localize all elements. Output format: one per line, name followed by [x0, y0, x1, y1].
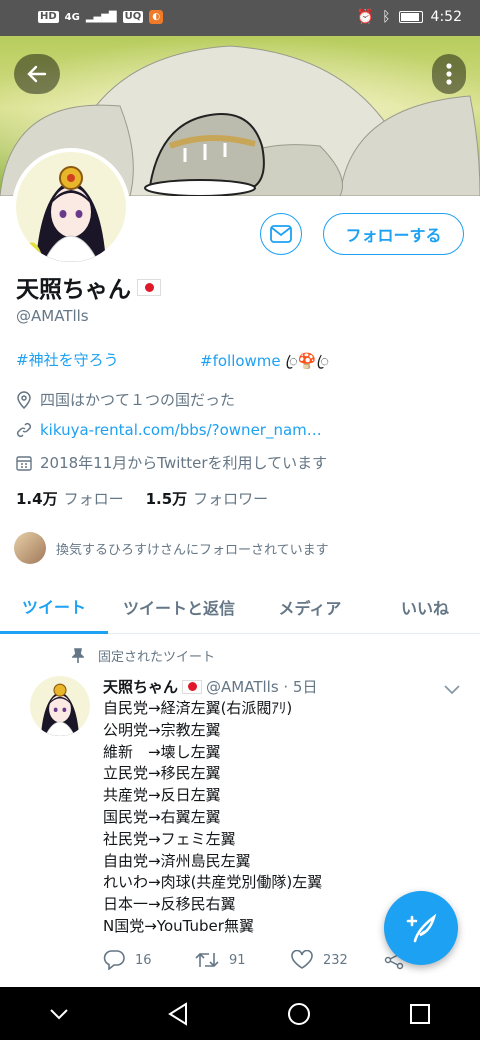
follow-counts: 1.4万 フォロー 1.5万 フォロワー [16, 488, 268, 509]
reply-count: 16 [135, 952, 152, 968]
tweet-author-meta: @AMATlls · 5日 [206, 678, 318, 696]
avatar-illustration [16, 152, 126, 262]
reply-icon [103, 950, 125, 970]
website-row: kikuya-rental.com/bbs/?owner_nam… [16, 421, 322, 439]
back-arrow-icon [27, 65, 47, 83]
chevron-down-icon [444, 685, 460, 695]
mail-icon [270, 225, 292, 243]
followers-count: 1.5万 [145, 490, 188, 508]
bio-hashtag-1[interactable]: #神社を守ろう [16, 351, 119, 369]
link-icon [16, 422, 32, 438]
pinned-label: 固定されたツイート [98, 650, 216, 665]
japan-flag-icon [182, 679, 203, 694]
bio-hashtag-2[interactable]: #followme [200, 352, 281, 370]
retweet-action[interactable]: 91 [195, 951, 291, 969]
tab-tweets-replies[interactable]: ツイートと返信 [108, 580, 250, 634]
website-link[interactable]: kikuya-rental.com/bbs/?owner_nam… [40, 421, 322, 439]
tweet-line: 自由党→済州島民左翼 [103, 851, 251, 870]
more-options-button[interactable] [432, 54, 466, 94]
tweet-line: 公明党→宗教左翼 [103, 720, 221, 739]
follow-button[interactable]: フォローする [323, 213, 464, 255]
tweet-line: 日本一→反移民右翼 [103, 895, 236, 914]
profile-avatar[interactable] [12, 148, 130, 266]
status-left: HD 4G ▂▄▆█ UQ ◐ [38, 10, 164, 24]
battery-icon [398, 11, 423, 23]
tweet-avatar-illustration [30, 676, 90, 736]
tweet-line: 維新 →壊し左翼 [103, 742, 221, 761]
user-handle: @AMATlls [16, 307, 89, 325]
following-label: フォロー [63, 490, 124, 508]
tweet-line: 社民党→フェミ左翼 [103, 829, 236, 848]
tweet-author-name[interactable]: 天照ちゃん [103, 676, 178, 697]
alarm-icon: ⏰ [356, 9, 375, 25]
followers-stat[interactable]: 1.5万 フォロワー [146, 488, 269, 509]
system-nav-bar [0, 987, 480, 1040]
decorative-emoji-icon: ꦿ🍄ꦿ [285, 352, 330, 370]
tweet-line: 国民党→右翼左翼 [103, 807, 221, 826]
joined-text: 2018年11月からTwitterを利用しています [40, 454, 328, 472]
followers-label: フォロワー [193, 490, 269, 508]
message-button[interactable] [260, 213, 302, 255]
tweet-line: N国党→YouTuber無翼 [103, 916, 254, 935]
tweet-menu-button[interactable] [444, 680, 460, 699]
profile-bio: #神社を守ろう #followme ꦿ🍄ꦿ [16, 349, 456, 370]
tab-media[interactable]: メディア [250, 580, 370, 634]
followed-by-row[interactable]: 換気するひろすけさんにフォローされています [14, 532, 329, 564]
nav-home-icon[interactable] [287, 1002, 311, 1026]
retweet-icon [195, 952, 219, 968]
location-text: 四国はかつて１つの国だった [40, 391, 236, 409]
profile-tabs: ツイート ツイートと返信 メディア いいね [0, 580, 480, 634]
tweet-body[interactable]: 自民党→経済左翼(右派閥ｱﾘ) 公明党→宗教左翼 維新 →壊し左翼 立民党→移民… [103, 698, 322, 938]
location-row: 四国はかつて１つの国だった [16, 389, 235, 410]
tweet-actions: 16 91 232 [103, 950, 405, 970]
tweet-header: 天照ちゃん @AMATlls · 5日 [103, 676, 317, 697]
tweet-line: 自民党→経済左翼(右派閥ｱﾘ) [103, 699, 293, 717]
clock: 4:52 [430, 9, 462, 25]
following-count: 1.4万 [16, 490, 58, 508]
network-badge: 4G [64, 11, 80, 23]
like-count: 232 [323, 952, 348, 968]
more-vertical-icon [446, 63, 452, 85]
tab-tweets[interactable]: ツイート [0, 580, 108, 634]
signal-icon: ▂▄▆█ [85, 11, 117, 23]
display-name: 天照ちゃん [16, 270, 161, 304]
location-icon [17, 390, 31, 409]
back-button[interactable] [14, 54, 60, 94]
like-action[interactable]: 232 [291, 950, 383, 970]
reply-action[interactable]: 16 [103, 950, 195, 970]
bluetooth-icon: ᛒ [382, 9, 391, 25]
follower-avatar [14, 532, 46, 564]
pin-icon [72, 647, 84, 663]
like-icon [291, 950, 313, 969]
followed-by-text: 換気するひろすけさんにフォローされています [56, 542, 329, 558]
tab-likes[interactable]: いいね [370, 580, 480, 634]
compose-icon [406, 913, 437, 943]
tweet-line: れいわ→肉球(共産党別働隊)左翼 [103, 873, 323, 892]
retweet-count: 91 [229, 952, 246, 968]
tweet-avatar[interactable] [30, 676, 90, 736]
calendar-icon [16, 455, 32, 471]
tweet-line: 立民党→移民左翼 [103, 764, 221, 783]
chevron-down-icon[interactable] [49, 1007, 69, 1021]
notification-icon: ◐ [149, 10, 164, 24]
display-name-text: 天照ちゃん [16, 277, 131, 303]
following-stat[interactable]: 1.4万 フォロー [16, 488, 124, 509]
status-bar: HD 4G ▂▄▆█ UQ ◐ ⏰ ᛒ 4:52 [0, 0, 480, 36]
nav-back-icon[interactable] [167, 1001, 189, 1026]
tweet-line: 共産党→反日左翼 [103, 786, 221, 805]
japan-flag-icon [137, 278, 161, 296]
carrier-badge: UQ [122, 11, 144, 23]
pinned-indicator: 固定されたツイート [72, 646, 215, 665]
hd-badge: HD [38, 11, 59, 23]
compose-tweet-button[interactable] [384, 891, 458, 965]
joined-row: 2018年11月からTwitterを利用しています [16, 452, 327, 473]
status-right: ⏰ ᛒ 4:52 [357, 9, 462, 25]
nav-recents-icon[interactable] [409, 1003, 431, 1025]
bio-hashtag-2-wrap: #followme ꦿ🍄ꦿ [200, 349, 329, 380]
